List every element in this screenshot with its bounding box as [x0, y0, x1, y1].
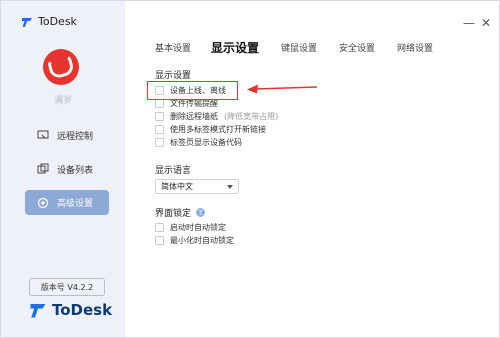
- sidebar: ToDesk 满岁 远程控制 设备列表 高级设置 版本号 V4.2.2 ToDe…: [1, 1, 125, 337]
- app-title: ToDesk: [21, 15, 77, 28]
- option-label: 启动时自动锁定: [170, 223, 226, 232]
- checkbox[interactable]: [155, 125, 164, 134]
- avatar[interactable]: [43, 49, 79, 85]
- display-settings-title: 显示设置: [155, 71, 192, 81]
- sidebar-item-advanced-settings[interactable]: 高级设置: [25, 190, 109, 215]
- brand-footer-text: ToDesk: [52, 301, 113, 319]
- tab-security-settings[interactable]: 安全设置: [339, 41, 375, 54]
- app-title-text: ToDesk: [38, 15, 77, 28]
- minimize-button[interactable]: —: [463, 17, 475, 29]
- checkbox[interactable]: [155, 138, 164, 147]
- option-lock-on-start[interactable]: 启动时自动锁定: [155, 222, 226, 233]
- option-multi-tab-mode[interactable]: 使用多标签模式打开新链接: [155, 124, 266, 135]
- help-icon[interactable]: ?: [196, 208, 206, 217]
- todesk-logo-icon: [30, 304, 46, 318]
- close-button[interactable]: ✕: [481, 17, 491, 29]
- checkbox[interactable]: [155, 223, 164, 232]
- app-window: ToDesk 满岁 远程控制 设备列表 高级设置 版本号 V4.2.2 ToDe…: [0, 0, 500, 338]
- annotation-highlight-box: [147, 81, 238, 100]
- tab-network-settings[interactable]: 网络设置: [397, 41, 433, 54]
- checkbox[interactable]: [155, 236, 164, 245]
- option-label: 使用多标签模式打开新链接: [170, 125, 266, 134]
- sidebar-item-device-list[interactable]: 设备列表: [25, 156, 109, 182]
- option-label: 删除远程墙纸: [170, 112, 218, 121]
- option-label: 标签页显示设备代码: [170, 138, 242, 147]
- option-hint: (降低宽带占用): [224, 112, 279, 121]
- sidebar-item-remote-control[interactable]: 远程控制: [25, 122, 109, 148]
- tab-basic-settings[interactable]: 基本设置: [155, 41, 191, 54]
- option-show-device-code[interactable]: 标签页显示设备代码: [155, 137, 242, 148]
- lock-title-row: 界面锁定 ?: [155, 206, 206, 219]
- sidebar-item-label: 高级设置: [57, 199, 94, 209]
- option-lock-on-minimize[interactable]: 最小化时自动锁定: [155, 235, 234, 246]
- language-select[interactable]: 简体中文: [155, 179, 239, 194]
- device-list-icon: [37, 163, 49, 175]
- lock-title: 界面锁定: [155, 209, 192, 219]
- sidebar-item-label: 设备列表: [57, 165, 94, 176]
- sidebar-item-label: 远程控制: [57, 131, 94, 142]
- option-remove-wallpaper[interactable]: 删除远程墙纸 (降低宽带占用): [155, 111, 278, 122]
- avatar-glyph: [46, 54, 76, 80]
- username: 满岁: [53, 96, 72, 106]
- language-title: 显示语言: [155, 166, 192, 176]
- brand-footer: ToDesk: [29, 301, 112, 319]
- checkbox[interactable]: [155, 99, 164, 108]
- remote-control-icon: [37, 129, 49, 141]
- tab-keyboard-mouse-settings[interactable]: 键鼠设置: [281, 41, 317, 54]
- version-badge: 版本号 V4.2.2: [29, 278, 105, 296]
- checkbox[interactable]: [155, 112, 164, 121]
- language-selected-value: 简体中文: [161, 182, 193, 191]
- todesk-logo-icon: [22, 17, 32, 27]
- annotation-arrow-icon: [247, 84, 318, 94]
- option-label: 最小化时自动锁定: [170, 236, 234, 245]
- settings-icon: [37, 197, 49, 209]
- tab-display-settings[interactable]: 显示设置: [211, 39, 259, 56]
- chevron-down-icon: [227, 184, 233, 189]
